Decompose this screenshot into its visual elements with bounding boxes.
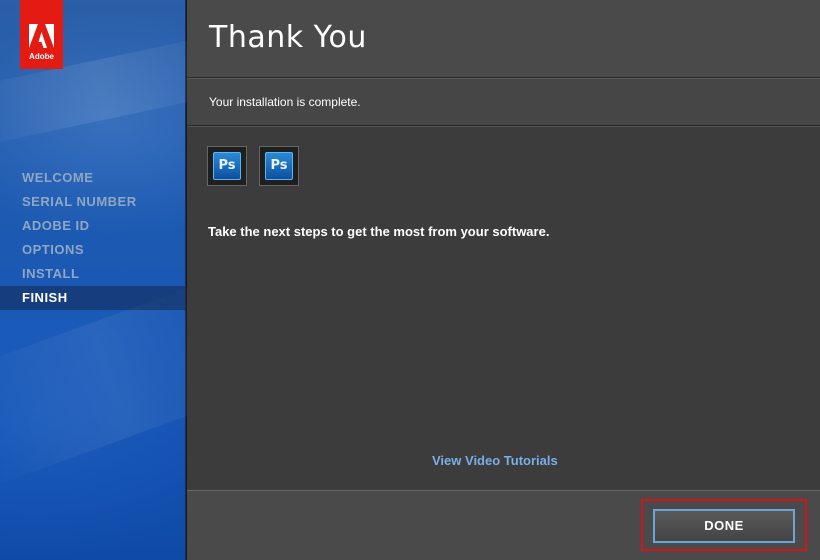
step-install: INSTALL <box>22 266 80 281</box>
adobe-a-icon <box>29 24 54 48</box>
content-area: Ps Ps Take the next steps to get the mos… <box>187 126 820 490</box>
page-title: Thank You <box>209 20 367 55</box>
installer-window: Adobe WELCOME SERIAL NUMBER ADOBE ID OPT… <box>0 0 820 560</box>
done-button[interactable]: DONE <box>653 509 795 543</box>
step-adobe-id: ADOBE ID <box>22 218 90 233</box>
step-list: WELCOME SERIAL NUMBER ADOBE ID OPTIONS I… <box>0 166 186 310</box>
step-options: OPTIONS <box>22 242 85 257</box>
status-message: Your installation is complete. <box>209 95 361 109</box>
photoshop-icon-label: Ps <box>265 152 293 180</box>
installed-apps: Ps Ps <box>207 146 299 186</box>
header: Thank You <box>187 0 820 78</box>
step-welcome: WELCOME <box>22 170 94 185</box>
next-steps-text: Take the next steps to get the most from… <box>208 224 550 239</box>
photoshop-icon: Ps <box>259 146 299 186</box>
view-video-tutorials-link[interactable]: View Video Tutorials <box>432 453 558 468</box>
status-bar: Your installation is complete. <box>187 78 820 126</box>
adobe-logo-text: Adobe <box>29 52 54 61</box>
footer: DONE <box>187 490 820 560</box>
sidebar: Adobe WELCOME SERIAL NUMBER ADOBE ID OPT… <box>0 0 186 560</box>
step-finish: FINISH <box>0 286 186 310</box>
adobe-logo: Adobe <box>20 0 63 69</box>
photoshop-icon: Ps <box>207 146 247 186</box>
main-panel: Thank You Your installation is complete.… <box>187 0 820 560</box>
photoshop-icon-label: Ps <box>213 152 241 180</box>
step-serial-number: SERIAL NUMBER <box>22 194 137 209</box>
